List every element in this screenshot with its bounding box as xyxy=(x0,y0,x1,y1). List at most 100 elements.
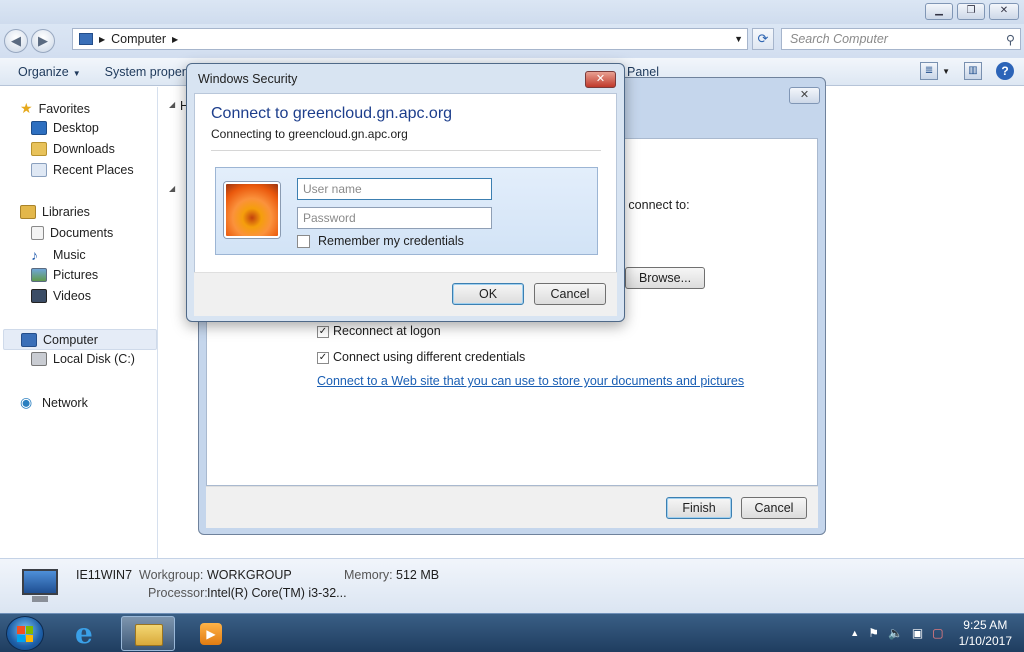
nav-pictures[interactable]: Pictures xyxy=(31,268,98,282)
organize-button[interactable]: Organize ▼ xyxy=(0,65,90,79)
dialog-heading: Connect to greencloud.gn.apc.org xyxy=(211,105,453,122)
view-controls: ≣ ▼ ▥ ? xyxy=(920,62,1014,80)
credential-tile: User name Password Remember my credentia… xyxy=(215,167,598,255)
address-bar[interactable]: ▶ Computer ▶ ▼ xyxy=(72,28,748,50)
breadcrumb[interactable]: Computer xyxy=(111,32,166,46)
nav-network[interactable]: ◉ Network xyxy=(20,394,88,411)
search-placeholder: Search Computer xyxy=(790,32,888,46)
address-row: ◀ ▶ ▶ Computer ▶ ▼ ⟳ Search Computer ⚲ xyxy=(0,24,1024,58)
explorer-taskbar-button[interactable] xyxy=(121,616,175,651)
dialog-title: Windows Security xyxy=(198,72,298,86)
nav-libraries[interactable]: Libraries xyxy=(20,205,90,219)
media-player-taskbar-button[interactable]: ▶ xyxy=(183,616,237,651)
address-dropdown-icon[interactable]: ▼ xyxy=(734,34,743,44)
search-icon[interactable]: ⚲ xyxy=(1006,32,1015,47)
window-titlebar: ▁ ❐ ✕ xyxy=(0,0,1024,24)
close-button[interactable]: ✕ xyxy=(989,3,1019,20)
divider xyxy=(211,150,601,151)
remember-credentials-checkbox[interactable] xyxy=(297,235,310,248)
close-icon[interactable]: ✕ xyxy=(789,87,820,104)
dialog-subheading: Connecting to greencloud.gn.apc.org xyxy=(211,127,408,141)
nav-local-disk[interactable]: Local Disk (C:) xyxy=(31,352,135,366)
windows-logo-icon xyxy=(17,626,33,642)
volume-icon[interactable]: 🔈 xyxy=(888,626,903,640)
connect-to-text: o connect to: xyxy=(618,198,690,212)
music-icon: ♪ xyxy=(31,247,38,263)
workgroup-label: Workgroup: xyxy=(139,568,204,582)
documents-icon xyxy=(31,226,44,240)
memory-value: 512 MB xyxy=(396,568,440,582)
forward-button[interactable]: ▶ xyxy=(31,29,55,53)
desktop-icon xyxy=(31,121,47,135)
password-field[interactable]: Password xyxy=(297,207,492,229)
dialog-footer: OK Cancel xyxy=(194,272,617,316)
view-options-icon[interactable]: ≣ xyxy=(920,62,939,80)
reconnect-label: Reconnect at logon xyxy=(333,324,441,338)
preview-pane-icon[interactable]: ▥ xyxy=(964,62,982,80)
clock[interactable]: 9:25 AM 1/10/2017 xyxy=(959,617,1012,649)
breadcrumb-arrow-icon: ▶ xyxy=(172,34,179,44)
back-button[interactable]: ◀ xyxy=(4,29,28,53)
wizard-footer: Finish Cancel xyxy=(206,486,818,528)
help-icon[interactable]: ? xyxy=(996,62,1014,80)
network-icon: ◉ xyxy=(20,394,33,410)
star-icon: ★ xyxy=(20,100,33,116)
computer-icon xyxy=(79,33,93,45)
network-status-icon[interactable]: ▣ xyxy=(912,626,923,640)
refresh-button[interactable]: ⟳ xyxy=(752,28,774,50)
local-disk-icon xyxy=(31,352,47,366)
minimize-button[interactable]: ▁ xyxy=(925,3,953,20)
nav-desktop[interactable]: Desktop xyxy=(31,121,99,135)
computer-icon xyxy=(21,332,37,347)
browse-button[interactable]: Browse... xyxy=(625,267,705,289)
action-center-icon[interactable]: ⚑ xyxy=(868,626,879,640)
username-field[interactable]: User name xyxy=(297,178,492,200)
downloads-folder-icon xyxy=(31,142,47,156)
remember-credentials-label: Remember my credentials xyxy=(318,234,464,248)
clock-time: 9:25 AM xyxy=(963,617,1008,632)
nav-favorites[interactable]: ★ Favorites xyxy=(20,100,90,117)
show-hidden-icons-icon[interactable]: ▲ xyxy=(850,628,859,638)
libraries-icon xyxy=(20,205,36,219)
security-cancel-button[interactable]: Cancel xyxy=(534,283,606,305)
computer-name: IE11WIN7 xyxy=(76,568,133,582)
system-tray: ▲ ⚑ 🔈 ▣ ▢ 9:25 AM 1/10/2017 xyxy=(850,613,1024,652)
recent-places-icon xyxy=(31,163,47,177)
workgroup-value: WORKGROUP xyxy=(207,568,292,582)
nav-documents[interactable]: Documents xyxy=(31,226,113,240)
different-credentials-checkbox[interactable]: ✓ xyxy=(317,352,329,364)
memory-label: Memory: xyxy=(344,568,393,582)
reconnect-checkbox[interactable]: ✓ xyxy=(317,326,329,338)
search-input[interactable]: Search Computer ⚲ xyxy=(781,28,1021,50)
internet-explorer-icon: e xyxy=(75,617,93,650)
internet-explorer-taskbar-button[interactable]: e xyxy=(63,616,117,651)
breadcrumb-arrow-icon: ▶ xyxy=(99,34,106,44)
close-icon[interactable]: ✕ xyxy=(585,71,616,88)
collapse-arrow-icon[interactable]: ◢ xyxy=(169,184,175,193)
nav-computer[interactable]: Computer xyxy=(3,329,157,350)
nav-downloads[interactable]: Downloads xyxy=(31,142,115,156)
restore-button[interactable]: ❐ xyxy=(957,3,985,20)
nav-videos[interactable]: Videos xyxy=(31,289,91,303)
power-icon[interactable]: ▢ xyxy=(932,626,943,640)
wizard-cancel-button[interactable]: Cancel xyxy=(741,497,807,519)
collapse-arrow-icon[interactable]: ◢ xyxy=(169,100,175,109)
ok-button[interactable]: OK xyxy=(452,283,524,305)
user-avatar xyxy=(224,182,280,238)
details-pane: IE11WIN7 Workgroup: WORKGROUP Memory: 51… xyxy=(0,558,1024,613)
videos-icon xyxy=(31,289,47,303)
link-period: . xyxy=(724,374,728,388)
different-credentials-label: Connect using different credentials xyxy=(333,350,526,364)
chevron-down-icon: ▼ xyxy=(72,68,81,78)
folder-icon xyxy=(135,624,163,646)
clock-date: 1/10/2017 xyxy=(958,633,1012,648)
start-button[interactable] xyxy=(6,616,44,651)
nav-recent-places[interactable]: Recent Places xyxy=(31,163,134,177)
navigation-pane: ★ Favorites Desktop Downloads Recent Plac… xyxy=(0,87,158,558)
chevron-down-icon[interactable]: ▼ xyxy=(942,67,950,76)
finish-button[interactable]: Finish xyxy=(666,497,732,519)
computer-icon xyxy=(18,567,62,605)
system-properties-button[interactable]: System proper xyxy=(96,65,195,79)
nav-music[interactable]: ♪ Music xyxy=(31,247,86,263)
web-site-link[interactable]: Connect to a Web site that you can use t… xyxy=(317,374,744,388)
